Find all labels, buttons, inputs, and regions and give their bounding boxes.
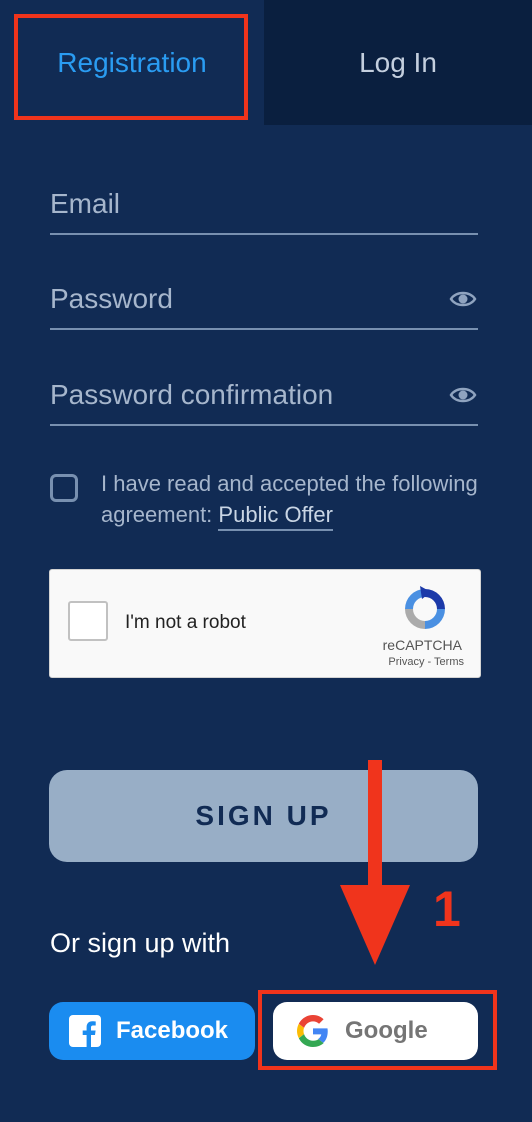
recaptcha-terms-link[interactable]: Terms	[434, 656, 464, 668]
auth-tabs: Registration Log In	[0, 0, 532, 125]
password-confirmation-field-wrapper	[50, 366, 478, 426]
facebook-logo-icon	[69, 1015, 101, 1047]
recaptcha-privacy-link[interactable]: Privacy	[388, 656, 424, 668]
email-input[interactable]	[50, 175, 478, 233]
google-sign-up-button[interactable]: Google	[273, 1002, 478, 1060]
annotation-step-number: 1	[433, 881, 461, 937]
tab-login[interactable]: Log In	[264, 0, 532, 125]
or-sign-up-with-label: Or sign up with	[50, 928, 231, 958]
show-password-eye-icon[interactable]	[448, 288, 478, 310]
public-offer-link[interactable]: Public Offer	[218, 502, 333, 531]
google-logo-icon	[297, 1015, 328, 1047]
tab-login-label: Log In	[359, 46, 437, 78]
tab-registration[interactable]: Registration	[0, 0, 264, 125]
password-confirmation-input[interactable]	[50, 366, 448, 424]
recaptcha-widget: I'm not a robot reCAPTCHA Privacy - Term…	[49, 569, 481, 678]
annotation-arrow-icon	[340, 760, 410, 965]
recaptcha-links: Privacy - Terms	[388, 656, 464, 668]
recaptcha-logo-icon	[405, 586, 445, 629]
recaptcha-link-separator: -	[427, 656, 432, 668]
recaptcha-label: I'm not a robot	[125, 612, 246, 633]
password-field-wrapper	[50, 270, 478, 330]
facebook-sign-up-button[interactable]: Facebook	[49, 1002, 255, 1060]
facebook-label: Facebook	[116, 1017, 229, 1044]
recaptcha-brand: reCAPTCHA	[382, 637, 462, 653]
recaptcha-checkbox[interactable]	[68, 601, 108, 641]
agreement-checkbox[interactable]	[50, 474, 78, 502]
google-label: Google	[345, 1017, 428, 1044]
email-field-wrapper	[50, 175, 478, 235]
agreement-text: I have read and accepted the following a…	[101, 468, 481, 531]
tab-registration-label: Registration	[57, 46, 207, 78]
password-input[interactable]	[50, 270, 448, 328]
show-password-confirmation-eye-icon[interactable]	[448, 384, 478, 406]
